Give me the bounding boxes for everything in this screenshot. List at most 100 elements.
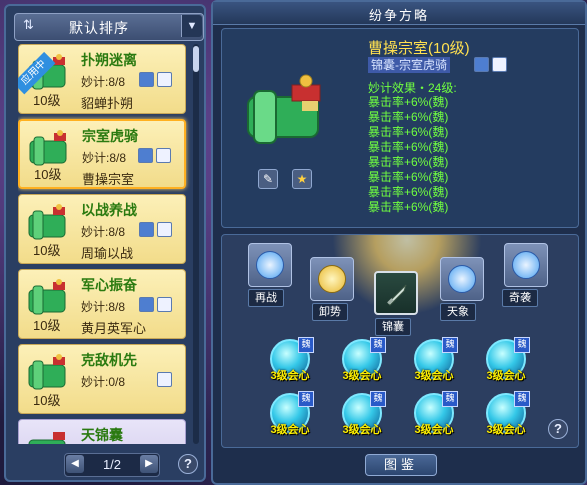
card-name: 以战养战 — [81, 202, 137, 218]
orb-level: 3级会心 — [270, 424, 310, 436]
crit-orb[interactable]: 魏 3级会心 — [414, 391, 458, 437]
effect-line: 暴击率+6%(魏) — [368, 95, 449, 109]
orb-level: 3级会心 — [414, 424, 454, 436]
shield-icon — [157, 372, 172, 387]
star-icon[interactable]: ★ — [292, 169, 312, 189]
strategy-card[interactable]: 应用中 10级 扑朔迷离 妙计:8/8 貂蝉扑朔 — [18, 44, 186, 114]
effect-list: 暴击率+6%(魏) 暴击率+6%(魏) 暴击率+6%(魏) 暴击率+6%(魏) … — [368, 95, 448, 215]
card-count: 妙计:8/8 — [82, 151, 127, 165]
prev-page-button[interactable]: ◀ — [66, 455, 84, 473]
card-level: 10级 — [34, 167, 62, 182]
scroll-thumbnail-icon — [28, 354, 66, 390]
scrollbar-thumb[interactable] — [193, 46, 199, 72]
fan-icon — [139, 222, 154, 237]
slot-label: 奇袭 — [502, 289, 538, 307]
shield-icon — [318, 265, 346, 293]
item-subtitle: 锦囊-宗室虎骑 — [368, 57, 450, 73]
slot-tianxiang[interactable] — [440, 257, 484, 301]
card-owner: 曹操宗室 — [82, 172, 135, 187]
card-level: 10级 — [33, 393, 61, 408]
card-name: 天锦囊 — [81, 427, 123, 443]
crit-orb[interactable]: 魏 3级会心 — [486, 391, 530, 437]
card-level: 10级 — [33, 318, 61, 333]
crit-orb[interactable]: 魏 3级会心 — [342, 337, 386, 383]
crit-orb[interactable]: 魏 3级会心 — [486, 337, 530, 383]
slot-label: 天象 — [440, 303, 476, 321]
strategy-list-panel: ⇅ 默认排序 ▼ 应用中 10级 扑朔迷离 妙计:8/8 貂蝉扑朔 10级 宗室… — [4, 4, 206, 482]
item-title: 曹操宗室(10级) — [368, 40, 470, 57]
panel-title-bar: 纷争方略 — [213, 2, 585, 25]
fan-icon — [474, 57, 489, 72]
list-scrollbar[interactable] — [193, 44, 199, 444]
effect-line: 暴击率+6%(魏) — [368, 185, 449, 199]
crit-orb[interactable]: 魏 3级会心 — [270, 337, 314, 383]
sword-icon — [387, 284, 407, 306]
faction-tag: 魏 — [514, 337, 530, 353]
card-name: 扑朔迷离 — [81, 52, 137, 68]
orb-level: 3级会心 — [486, 370, 526, 382]
crit-orb[interactable]: 魏 3级会心 — [414, 337, 458, 383]
orb-level: 3级会心 — [414, 370, 454, 382]
effect-heading: 妙计效果・24级: — [368, 81, 457, 95]
card-name: 军心振奋 — [81, 277, 137, 293]
swirl-icon — [512, 251, 540, 279]
chevron-down-icon[interactable]: ▼ — [181, 15, 202, 37]
orb-level: 3级会心 — [270, 370, 310, 382]
next-page-button[interactable]: ▶ — [140, 455, 158, 473]
orb-level: 3级会心 — [486, 424, 526, 436]
slot-label: 再战 — [248, 289, 284, 307]
strategy-detail-panel: 纷争方略 ✎ ★ 曹操宗室(10级) 锦囊-宗室虎骑 妙计效果・24级: 暴击率… — [211, 0, 587, 485]
strategy-card[interactable]: 10级 以战养战 妙计:8/8 周瑜以战 — [18, 194, 186, 264]
card-owner: 周瑜以战 — [81, 246, 134, 261]
edit-icon[interactable]: ✎ — [258, 169, 278, 189]
card-level: 10级 — [33, 243, 61, 258]
scroll-thumbnail-icon — [28, 432, 66, 444]
card-level: 10级 — [33, 93, 61, 108]
faction-tag: 魏 — [370, 391, 386, 407]
shield-icon — [157, 72, 172, 87]
catalog-button[interactable]: 图鉴 — [365, 454, 437, 476]
strategy-card[interactable]: 天锦囊 — [18, 419, 186, 444]
page-navigator: ◀ 1/2 ▶ — [64, 453, 160, 477]
slot-qixi[interactable] — [504, 243, 548, 287]
fan-icon — [138, 148, 153, 163]
effect-line: 暴击率+6%(魏) — [368, 155, 449, 169]
scroll-thumbnail-icon — [28, 279, 66, 315]
help-button[interactable]: ? — [178, 454, 198, 474]
refresh-icon — [256, 251, 284, 279]
slot-zaizhan[interactable] — [248, 243, 292, 287]
shield-icon — [156, 148, 171, 163]
card-name: 克敌机先 — [81, 352, 137, 368]
crit-orb[interactable]: 魏 3级会心 — [270, 391, 314, 437]
faction-tag: 魏 — [442, 337, 458, 353]
card-owner: 貂蝉扑朔 — [81, 96, 134, 111]
slot-xieshi[interactable] — [310, 257, 354, 301]
fan-icon — [139, 297, 154, 312]
crit-orb[interactable]: 魏 3级会心 — [342, 391, 386, 437]
effect-line: 暴击率+6%(魏) — [368, 125, 449, 139]
card-count: 妙计:8/8 — [81, 75, 126, 89]
sort-dropdown[interactable]: ⇅ 默认排序 ▼ — [14, 13, 204, 41]
strategy-card[interactable]: 10级 军心振奋 妙计:8/8 黄月英军心 — [18, 269, 186, 339]
strategy-card[interactable]: 10级 宗室虎骑 妙计:8/8 曹操宗室 — [18, 119, 186, 189]
faction-tag: 魏 — [514, 391, 530, 407]
strategy-card[interactable]: 10级 克敌机先 妙计:0/8 — [18, 344, 186, 414]
card-count: 妙计:8/8 — [81, 300, 126, 314]
effect-line: 暴击率+6%(魏) — [368, 170, 449, 184]
slot-jinnang[interactable] — [374, 271, 418, 315]
fan-icon — [448, 265, 476, 293]
card-owner: 黄月英军心 — [81, 321, 147, 336]
sort-label: 默认排序 — [69, 20, 129, 36]
faction-tag: 魏 — [370, 337, 386, 353]
card-count: 妙计:8/8 — [81, 225, 126, 239]
shield-icon — [157, 297, 172, 312]
item-info-box: ✎ ★ 曹操宗室(10级) 锦囊-宗室虎骑 妙计效果・24级: 暴击率+6%(魏… — [221, 28, 579, 228]
help-button[interactable]: ? — [548, 419, 568, 439]
faction-tag: 魏 — [442, 391, 458, 407]
effect-line: 暴击率+6%(魏) — [368, 140, 449, 154]
page-indicator: 1/2 — [102, 457, 122, 472]
scroll-thumbnail-icon — [28, 204, 66, 240]
faction-tag: 魏 — [298, 391, 314, 407]
effect-line: 暴击率+6%(魏) — [368, 110, 449, 124]
panel-title: 纷争方略 — [368, 8, 429, 23]
